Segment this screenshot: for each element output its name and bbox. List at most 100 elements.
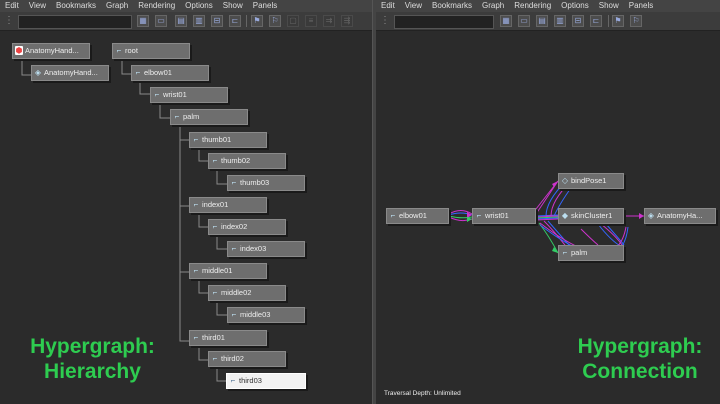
joint-node-third01[interactable]: ⌐ third01	[189, 330, 267, 346]
menu-bar: Edit View Bookmarks Graph Rendering Opti…	[0, 0, 372, 12]
joint-node-middle01[interactable]: ⌐ middle01	[189, 263, 267, 279]
joint-node-palm[interactable]: ⌐ palm	[170, 109, 248, 125]
joint-node-middle03[interactable]: ⌐ middle03	[227, 307, 305, 323]
menu-options[interactable]: Options	[180, 0, 218, 12]
joint-node-third02[interactable]: ⌐ third02	[208, 351, 286, 367]
joint-icon: ⌐	[212, 288, 218, 297]
joint-icon: ⌐	[231, 178, 237, 187]
joint-icon: ⌐	[193, 135, 199, 144]
scene-hierarchy-icon[interactable]: ≡	[305, 15, 317, 27]
frame-all-icon[interactable]: ▦	[137, 15, 149, 27]
toolbar: ⋮ ▦ ▭ ▤ ▥ ⊟ ⊏ ⚑ ⚐	[376, 12, 720, 31]
layout-icon[interactable]: ▢	[287, 15, 299, 27]
joint-icon: ⌐	[212, 354, 218, 363]
toolbar-grip-icon[interactable]: ⋮	[380, 15, 390, 27]
joint-node-elbow01[interactable]: ⌐ elbow01	[131, 65, 209, 81]
graph-up-icon[interactable]: ▤	[175, 15, 187, 27]
joint-icon: ⌐	[193, 200, 199, 209]
bookmark-icon[interactable]: ⚑	[251, 15, 263, 27]
graph-updown-icon[interactable]: ⊟	[211, 15, 223, 27]
joint-icon: ⌐	[174, 112, 180, 121]
mesh-shape-icon: ◈	[647, 211, 655, 220]
menu-panels[interactable]: Panels	[248, 0, 282, 12]
joint-icon: ⌐	[193, 333, 199, 342]
menu-panels[interactable]: Panels	[624, 0, 658, 12]
joint-icon: ⌐	[116, 46, 122, 55]
hypergraph-hierarchy-panel: Edit View Bookmarks Graph Rendering Opti…	[0, 0, 373, 404]
graph-down-icon[interactable]: ▥	[193, 15, 205, 27]
joint-node-thumb02[interactable]: ⌐ thumb02	[208, 153, 286, 169]
mesh-transform-icon: ⬢	[15, 46, 23, 55]
joint-node-index01[interactable]: ⌐ index01	[189, 197, 267, 213]
joint-icon: ⌐	[193, 266, 199, 275]
menu-view[interactable]: View	[24, 0, 51, 12]
menu-graph[interactable]: Graph	[101, 0, 133, 12]
bookmark-edit-icon[interactable]: ⚐	[630, 15, 642, 27]
menu-edit[interactable]: Edit	[0, 0, 24, 12]
frame-all-icon[interactable]: ▦	[500, 15, 512, 27]
graph-down-icon[interactable]: ▥	[554, 15, 566, 27]
joint-node-elbow01[interactable]: ⌐ elbow01	[386, 208, 449, 224]
joint-node-wrist01[interactable]: ⌐ wrist01	[472, 208, 536, 224]
bookmark-icon[interactable]: ⚑	[612, 15, 624, 27]
joint-node-index03[interactable]: ⌐ index03	[227, 241, 305, 257]
pose-icon: ◇	[561, 176, 569, 185]
output-connections-icon[interactable]: ⇶	[341, 15, 353, 27]
menu-show[interactable]: Show	[594, 0, 624, 12]
input-output-icon[interactable]: ⊏	[590, 15, 602, 27]
joint-icon: ⌐	[231, 244, 237, 253]
joint-node-third03[interactable]: ⌐ third03	[226, 373, 306, 389]
joint-node-wrist01[interactable]: ⌐ wrist01	[150, 87, 228, 103]
menu-rendering[interactable]: Rendering	[133, 0, 180, 12]
joint-icon: ⌐	[154, 90, 160, 99]
input-connections-icon[interactable]: ⇉	[323, 15, 335, 27]
graph-up-icon[interactable]: ▤	[536, 15, 548, 27]
bookmark-edit-icon[interactable]: ⚐	[269, 15, 281, 27]
search-field[interactable]	[18, 15, 132, 29]
joint-icon: ⌐	[135, 68, 141, 77]
frame-selection-icon[interactable]: ▭	[155, 15, 167, 27]
toolbar-divider	[608, 15, 609, 27]
menu-show[interactable]: Show	[218, 0, 248, 12]
joint-icon: ⌐	[562, 248, 568, 257]
joint-icon: ⌐	[212, 222, 218, 231]
connection-caption: Hypergraph: Connection	[577, 335, 703, 383]
menu-bookmarks[interactable]: Bookmarks	[427, 0, 477, 12]
joint-icon: ⌐	[212, 156, 218, 165]
dag-pose-node-bindpose1[interactable]: ◇ bindPose1	[558, 173, 624, 189]
menu-options[interactable]: Options	[556, 0, 594, 12]
mesh-shape-icon: ◈	[34, 68, 42, 77]
joint-node-thumb01[interactable]: ⌐ thumb01	[189, 132, 267, 148]
joint-icon: ⌐	[231, 310, 237, 319]
menu-bar: Edit View Bookmarks Graph Rendering Opti…	[376, 0, 720, 12]
toolbar: ⋮ ▦ ▭ ▤ ▥ ⊟ ⊏ ⚑ ⚐ ▢ ≡ ⇉ ⇶	[0, 12, 372, 31]
mesh-node-anatomy-hand[interactable]: ◈ AnatomyHa...	[644, 208, 716, 224]
toolbar-divider	[246, 15, 247, 27]
joint-node-palm[interactable]: ⌐ palm	[558, 245, 624, 261]
connection-graph-canvas[interactable]: ⌐ elbow01 ⌐ wrist01 ◇ bindPose1 ◆ skinCluste…	[376, 31, 720, 404]
menu-bookmarks[interactable]: Bookmarks	[51, 0, 101, 12]
hypergraph-connection-panel: Edit View Bookmarks Graph Rendering Opti…	[376, 0, 720, 404]
toolbar-grip-icon[interactable]: ⋮	[4, 15, 14, 27]
menu-view[interactable]: View	[400, 0, 427, 12]
joint-node-root[interactable]: ⌐ root	[112, 43, 190, 59]
shape-node-anatomy-hand[interactable]: ◈ AnatomyHand...	[31, 65, 109, 81]
menu-graph[interactable]: Graph	[477, 0, 509, 12]
joint-icon: ⌐	[390, 211, 396, 220]
traversal-depth-label: Traversal Depth: Unlimited	[384, 390, 461, 397]
joint-icon: ⌐	[230, 376, 236, 385]
joint-node-middle02[interactable]: ⌐ middle02	[208, 285, 286, 301]
graph-updown-icon[interactable]: ⊟	[572, 15, 584, 27]
joint-node-index02[interactable]: ⌐ index02	[208, 219, 286, 235]
menu-rendering[interactable]: Rendering	[509, 0, 556, 12]
skin-cluster-node[interactable]: ◆ skinCluster1	[558, 208, 624, 224]
hierarchy-caption: Hypergraph: Hierarchy	[30, 335, 155, 383]
joint-node-thumb03[interactable]: ⌐ thumb03	[227, 175, 305, 191]
hierarchy-graph-canvas[interactable]: ⬢ AnatomyHand... ◈ AnatomyHand... ⌐ root ⌐ e…	[0, 31, 372, 404]
transform-node-anatomy-hand[interactable]: ⬢ AnatomyHand...	[12, 43, 90, 59]
search-field[interactable]	[394, 15, 494, 29]
skin-cluster-icon: ◆	[561, 211, 569, 220]
input-output-icon[interactable]: ⊏	[229, 15, 241, 27]
frame-selection-icon[interactable]: ▭	[518, 15, 530, 27]
menu-edit[interactable]: Edit	[376, 0, 400, 12]
